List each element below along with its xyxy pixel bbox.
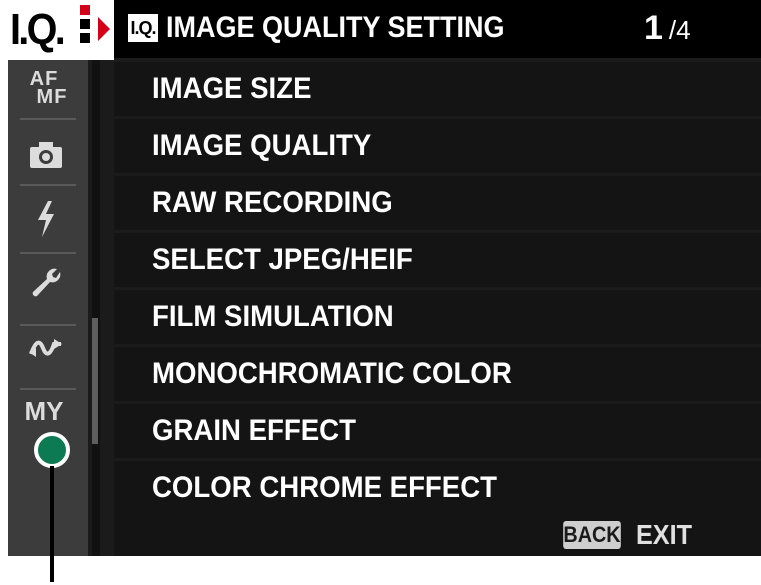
sidebar-divider [20, 324, 76, 326]
menu-header: I.Q. IMAGE QUALITY SETTING 1/4 [114, 0, 761, 58]
sidebar-divider [20, 118, 76, 120]
sidebar-divider [20, 252, 76, 254]
submenu-page-indicator-icon [80, 5, 92, 53]
menu-item-label: GRAIN EFFECT [152, 414, 356, 447]
tab-shooting[interactable] [8, 140, 88, 175]
flash-icon [38, 201, 54, 237]
menu-item-grain-effect[interactable]: GRAIN EFFECT [114, 404, 761, 458]
page-indicator: 1/4 [644, 6, 691, 57]
menu-item-label: MONOCHROMATIC COLOR [152, 357, 512, 390]
menu-item-monochromatic-color[interactable]: MONOCHROMATIC COLOR [114, 347, 761, 401]
menu-item-color-chrome-effect[interactable]: COLOR CHROME EFFECT [114, 461, 761, 515]
sidebar-divider [20, 388, 76, 390]
menu-item-label: IMAGE SIZE [152, 72, 312, 105]
menu-list: IMAGE SIZE IMAGE QUALITY RAW RECORDING S… [114, 62, 761, 518]
menu-item-label: IMAGE QUALITY [152, 129, 372, 162]
menu-item-film-simulation[interactable]: FILM SIMULATION [114, 290, 761, 344]
menu-item-raw-recording[interactable]: RAW RECORDING [114, 176, 761, 230]
sidebar-scrollbar[interactable] [92, 60, 100, 556]
my-menu-icon: MY [24, 396, 64, 426]
tab-flash[interactable] [8, 200, 88, 243]
sidebar-scrollbar-thumb[interactable] [92, 318, 98, 444]
page-title: IMAGE QUALITY SETTING [166, 11, 505, 44]
menu-item-label: COLOR CHROME EFFECT [152, 471, 497, 504]
sidebar-divider [20, 184, 76, 186]
camera-icon [30, 142, 62, 168]
menu-footer: BACK EXIT [114, 514, 761, 556]
tab-setup[interactable] [8, 266, 88, 305]
menu-item-label: FILM SIMULATION [152, 300, 394, 333]
menu-item-image-size[interactable]: IMAGE SIZE [114, 62, 761, 116]
back-button-icon[interactable]: BACK [563, 521, 621, 549]
menu-item-image-quality[interactable]: IMAGE QUALITY [114, 119, 761, 173]
af-mf-icon: AF MF [29, 68, 68, 108]
menu-item-label: RAW RECORDING [152, 186, 393, 219]
wrench-icon [32, 268, 61, 297]
menu-sidebar: I.Q. AF MF MY [8, 0, 114, 556]
tab-my-menu[interactable]: MY [8, 396, 88, 426]
tab-connection[interactable] [8, 338, 88, 365]
page-current: 1 [644, 9, 663, 47]
active-tab-arrow-icon [98, 17, 110, 41]
camera-menu-screen: I.Q. AF MF MY I.Q. IMAGE QUALITY SETTING… [8, 0, 761, 556]
page-total: /4 [668, 15, 691, 45]
connection-icon [29, 339, 62, 357]
callout-leader-line [50, 466, 54, 582]
tab-af-mf[interactable]: AF MF [8, 69, 88, 107]
exit-label: EXIT [636, 519, 693, 550]
menu-item-label: SELECT JPEG/HEIF [152, 243, 413, 276]
menu-item-select-jpeg-heif[interactable]: SELECT JPEG/HEIF [114, 233, 761, 287]
callout-marker [34, 432, 70, 468]
image-quality-badge-icon: I.Q. [128, 14, 158, 42]
image-quality-icon: I.Q. [10, 5, 66, 54]
